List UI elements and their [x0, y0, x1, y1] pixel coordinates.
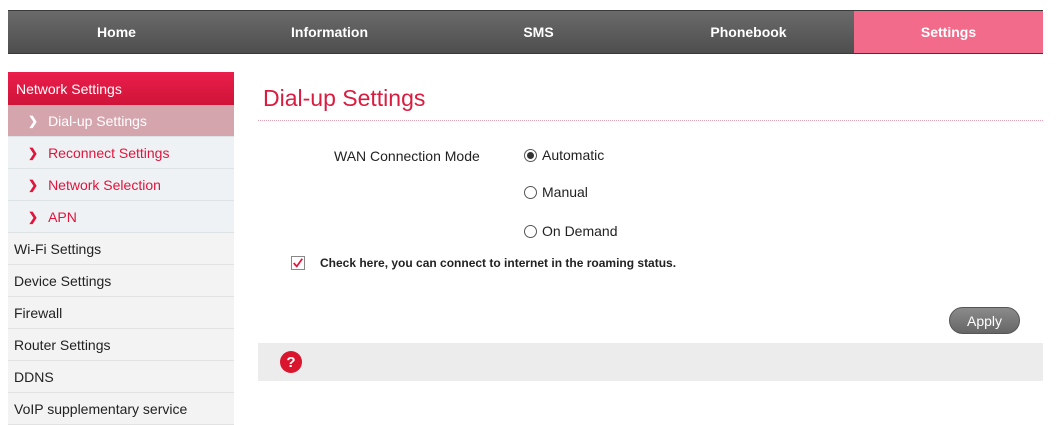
radio-button[interactable] — [524, 148, 537, 162]
sidebar-item-wifi-settings[interactable]: Wi-Fi Settings — [8, 233, 234, 265]
roaming-label: Check here, you can connect to internet … — [320, 256, 677, 270]
radio-label: On Demand — [542, 223, 618, 239]
sidebar-item-dial-up-settings[interactable]: ❯ Dial-up Settings — [8, 105, 234, 137]
radio-automatic[interactable]: Automatic — [524, 147, 604, 163]
page-title: Dial-up Settings — [258, 72, 1043, 121]
sidebar-item-device-settings[interactable]: Device Settings — [8, 265, 234, 297]
sidebar-item-voip-supplementary-service[interactable]: VoIP supplementary service — [8, 393, 234, 425]
sidebar-item-network-selection[interactable]: ❯ Network Selection — [8, 169, 234, 201]
sidebar-item-label: APN — [48, 208, 77, 225]
sidebar-item-label: Network Selection — [48, 176, 161, 193]
nav-home[interactable]: Home — [8, 11, 225, 53]
chevron-right-icon: ❯ — [28, 177, 39, 192]
radio-manual[interactable]: Manual — [524, 184, 588, 200]
sidebar-header-network-settings[interactable]: Network Settings — [8, 72, 234, 105]
radio-button[interactable] — [524, 185, 537, 199]
help-bar: ? — [258, 343, 1043, 381]
radio-on-demand[interactable]: On Demand — [524, 223, 617, 239]
roaming-option: Check here, you can connect to internet … — [291, 256, 676, 270]
sidebar-item-reconnect-settings[interactable]: ❯ Reconnect Settings — [8, 137, 234, 169]
nav-phonebook[interactable]: Phonebook — [643, 11, 854, 53]
nav-information[interactable]: Information — [225, 11, 434, 53]
wan-connection-mode-label: WAN Connection Mode — [334, 148, 480, 164]
sidebar-item-apn[interactable]: ❯ APN — [8, 201, 234, 233]
chevron-right-icon: ❯ — [28, 145, 39, 160]
sidebar-item-label: Dial-up Settings — [48, 112, 147, 129]
radio-button[interactable] — [524, 224, 537, 238]
top-navigation: Home Information SMS Phonebook Settings — [8, 10, 1043, 54]
sidebar-item-firewall[interactable]: Firewall — [8, 297, 234, 329]
nav-settings[interactable]: Settings — [854, 11, 1043, 53]
radio-label: Automatic — [542, 147, 605, 163]
apply-button[interactable]: Apply — [949, 307, 1020, 334]
radio-selected-dot — [527, 151, 534, 159]
nav-sms[interactable]: SMS — [434, 11, 643, 53]
chevron-right-icon: ❯ — [28, 113, 39, 128]
checkmark-icon — [293, 258, 303, 268]
sidebar-item-router-settings[interactable]: Router Settings — [8, 329, 234, 361]
sidebar: Network Settings ❯ Dial-up Settings ❯ Re… — [8, 72, 234, 425]
help-icon[interactable]: ? — [280, 351, 302, 373]
sidebar-item-label: Reconnect Settings — [48, 144, 170, 161]
main-content: Dial-up Settings WAN Connection Mode Aut… — [258, 72, 1043, 381]
sidebar-item-ddns[interactable]: DDNS — [8, 361, 234, 393]
radio-label: Manual — [542, 184, 588, 200]
roaming-checkbox[interactable] — [291, 256, 305, 270]
chevron-right-icon: ❯ — [28, 209, 39, 224]
